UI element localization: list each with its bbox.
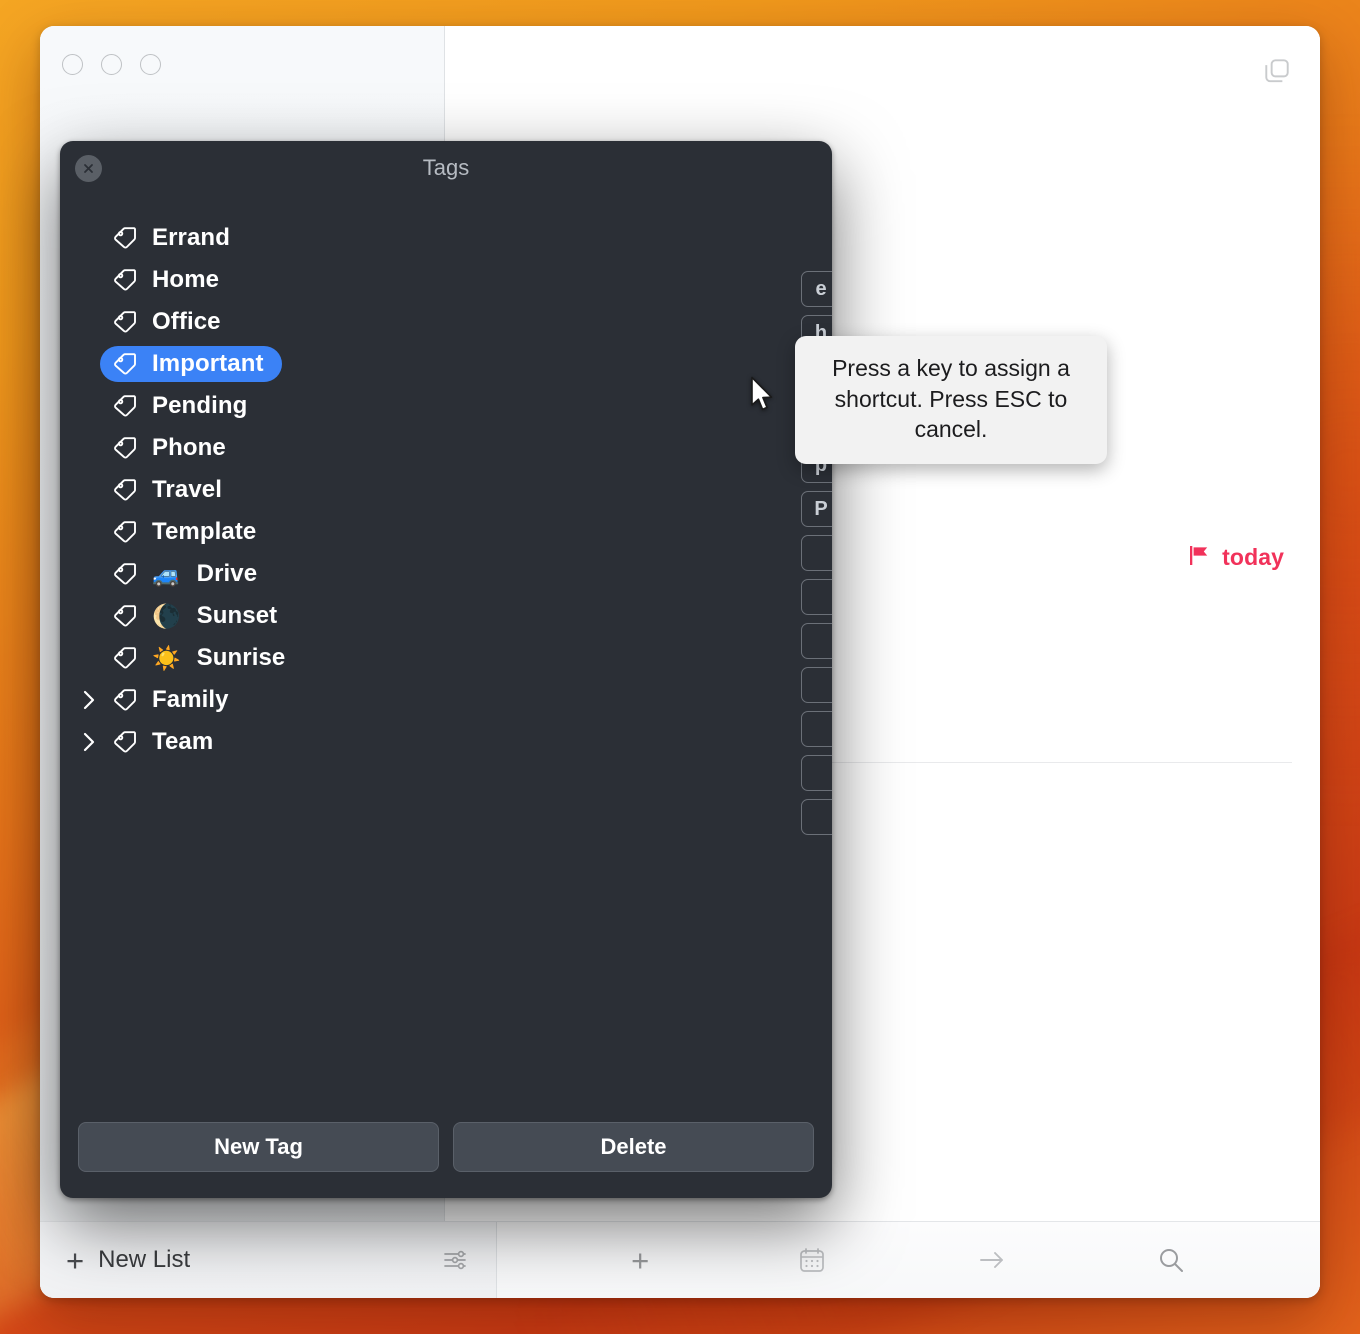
shortcut-tooltip: Press a key to assign a shortcut. Press …	[795, 336, 1107, 464]
task-due-label: today	[1222, 543, 1284, 570]
tag-icon	[112, 729, 138, 755]
tag-icon	[112, 351, 138, 377]
tag-label: Home	[152, 266, 220, 293]
tag-label: Team	[152, 728, 214, 755]
calendar-button[interactable]	[797, 1245, 827, 1275]
new-list-label: New List	[98, 1246, 191, 1273]
tag-label: Sunrise	[196, 644, 286, 671]
tag-label: Sunset	[196, 602, 278, 629]
tag-label: Important	[152, 350, 264, 377]
tag-icon	[112, 645, 138, 671]
close-window-button[interactable]	[62, 54, 83, 75]
shortcut-key-box[interactable]	[801, 799, 832, 835]
tag-label: Pending	[152, 392, 248, 419]
list-item[interactable]: 🌘 Sunset	[60, 595, 832, 637]
chevron-right-icon[interactable]	[78, 689, 100, 711]
tag-icon	[112, 519, 138, 545]
flag-icon	[1189, 545, 1213, 570]
list-item[interactable]: Pending	[60, 385, 832, 427]
tag-icon	[112, 267, 138, 293]
tag-icon	[112, 393, 138, 419]
list-item-selected[interactable]: Important	[60, 343, 832, 385]
tag-icon	[112, 687, 138, 713]
sliders-icon[interactable]	[440, 1245, 470, 1275]
tag-label: Travel	[152, 476, 222, 503]
tag-icon	[112, 309, 138, 335]
sidebar-toolbar: + New List	[40, 1222, 497, 1298]
tag-label: Family	[152, 686, 229, 713]
tag-icon	[112, 561, 138, 587]
dialog-title: Tags	[422, 155, 470, 180]
tag-label: Errand	[152, 224, 230, 251]
shortcut-key-box[interactable]	[801, 535, 832, 571]
plus-icon: +	[66, 1242, 85, 1278]
tag-emoji-sunrise: ☀️	[152, 644, 181, 671]
list-item[interactable]: 🚙 Drive	[60, 553, 832, 595]
tag-label: Template	[152, 518, 257, 545]
desktop-background: call for Friday rt today	[0, 0, 1360, 1334]
shortcut-key-box[interactable]	[801, 579, 832, 615]
add-task-button[interactable]: +	[631, 1245, 649, 1276]
chevron-right-icon[interactable]	[78, 731, 100, 753]
minimize-window-button[interactable]	[101, 54, 122, 75]
traffic-lights	[62, 54, 161, 75]
new-tag-button[interactable]: New Tag	[78, 1122, 439, 1172]
list-item[interactable]: Family	[60, 679, 832, 721]
tag-label: Office	[152, 308, 221, 335]
list-item[interactable]: ☀️ Sunrise	[60, 637, 832, 679]
tag-emoji-sunset: 🌘	[152, 602, 181, 629]
dialog-footer: New Tag Delete	[60, 1106, 832, 1198]
bottom-toolbar: + New List +	[40, 1221, 1320, 1298]
tag-label: Drive	[196, 560, 258, 587]
shortcut-key-box[interactable]	[801, 667, 832, 703]
shortcut-key-box[interactable]	[801, 623, 832, 659]
tag-icon	[112, 477, 138, 503]
tag-list: Errand Home Office Important Pending Pho…	[60, 195, 832, 1106]
list-item[interactable]: Home	[60, 259, 832, 301]
new-list-button[interactable]: + New List	[66, 1245, 190, 1276]
main-toolbar: +	[497, 1222, 1320, 1298]
list-item[interactable]: Template	[60, 511, 832, 553]
list-item[interactable]: Office	[60, 301, 832, 343]
tag-icon	[112, 603, 138, 629]
list-item[interactable]: Phone	[60, 427, 832, 469]
close-icon[interactable]	[75, 155, 102, 182]
tag-icon	[112, 225, 138, 251]
dialog-header: Tags	[60, 141, 832, 195]
duplicate-windows-icon[interactable]	[1262, 56, 1292, 86]
plus-icon: +	[631, 1242, 650, 1278]
shortcut-key-box[interactable]	[801, 755, 832, 791]
list-item[interactable]: Errand	[60, 217, 832, 259]
forward-button[interactable]	[976, 1245, 1008, 1275]
shortcut-key-box[interactable]: e	[801, 271, 832, 307]
search-button[interactable]	[1156, 1245, 1186, 1275]
shortcut-key-box[interactable]: P	[801, 491, 832, 527]
tag-emoji-drive: 🚙	[152, 560, 181, 587]
list-item[interactable]: Team	[60, 721, 832, 763]
shortcut-key-box[interactable]	[801, 711, 832, 747]
tag-label: Phone	[152, 434, 226, 461]
tag-icon	[112, 435, 138, 461]
tags-dialog: Tags Errand Home Office Important Pendin…	[60, 141, 832, 1198]
zoom-window-button[interactable]	[140, 54, 161, 75]
task-due-badge: today	[1189, 544, 1284, 571]
list-item[interactable]: Travel	[60, 469, 832, 511]
delete-button[interactable]: Delete	[453, 1122, 814, 1172]
